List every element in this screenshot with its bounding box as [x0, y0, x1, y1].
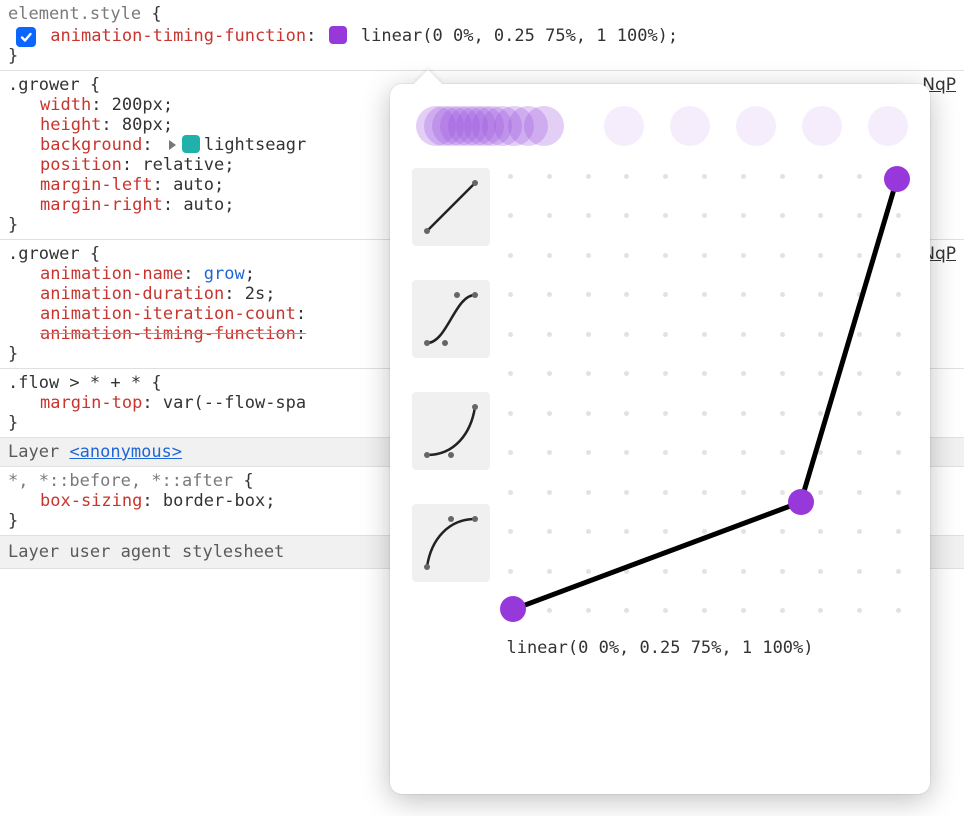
curve-control-point[interactable]	[884, 166, 910, 192]
easing-preview-sparse	[604, 106, 908, 146]
property-value[interactable]: 80px	[122, 115, 163, 135]
property-name[interactable]: height	[40, 115, 101, 135]
property-value[interactable]: auto	[183, 195, 224, 215]
property-value[interactable]: lightseagr	[204, 135, 306, 155]
easing-preset-column	[412, 168, 490, 614]
property-value[interactable]: 200px	[112, 95, 163, 115]
curve-control-point[interactable]	[788, 489, 814, 515]
curve-segment[interactable]	[512, 499, 802, 611]
property-name[interactable]: margin-top	[40, 393, 142, 413]
property-value[interactable]: var(--flow-spa	[163, 393, 306, 413]
property-name[interactable]: background	[40, 135, 142, 155]
easing-preview-dense	[416, 106, 560, 146]
selector-text[interactable]: .grower	[8, 75, 80, 95]
property-name[interactable]: animation-iteration-count	[40, 304, 296, 324]
property-enabled-checkbox[interactable]	[16, 27, 36, 47]
preset-ease-in-out[interactable]	[412, 280, 490, 358]
easing-curve-editor[interactable]	[508, 174, 902, 614]
property-value[interactable]: grow	[204, 264, 245, 284]
property-value[interactable]: border-box	[163, 491, 265, 511]
property-name[interactable]: position	[40, 155, 122, 175]
expand-triangle-icon[interactable]	[169, 140, 176, 150]
selector-text[interactable]: *, *::before, *::after	[8, 471, 233, 491]
property-value[interactable]: 2s	[245, 284, 265, 304]
preset-ease-in[interactable]	[412, 392, 490, 470]
easing-swatch-icon[interactable]	[329, 26, 347, 44]
property-name[interactable]: margin-left	[40, 175, 153, 195]
property-value[interactable]: relative	[142, 155, 224, 175]
brace-open: {	[151, 4, 161, 24]
curve-control-point[interactable]	[500, 596, 526, 622]
rule-element-style: element.style { animation-timing-functio…	[0, 0, 964, 71]
layer-link[interactable]: <anonymous>	[69, 442, 182, 462]
property-name[interactable]: box-sizing	[40, 491, 142, 511]
brace-close: }	[8, 46, 18, 66]
selector-text[interactable]: .flow > * + *	[8, 373, 141, 393]
preset-ease-out[interactable]	[412, 504, 490, 582]
property-value[interactable]: linear(0 0%, 0.25 75%, 1 100%)	[361, 26, 668, 46]
selector-text[interactable]: .grower	[8, 244, 80, 264]
property-value[interactable]: auto	[173, 175, 214, 195]
easing-value-display: linear(0 0%, 0.25 75%, 1 100%)	[412, 638, 908, 658]
property-name[interactable]: margin-right	[40, 195, 163, 215]
property-name[interactable]: animation-timing-function	[50, 26, 306, 46]
property-name[interactable]: animation-name	[40, 264, 183, 284]
property-name[interactable]: width	[40, 95, 91, 115]
property-name[interactable]: animation-duration	[40, 284, 224, 304]
easing-preview-row	[412, 102, 908, 150]
layer-label: Layer	[8, 442, 59, 462]
color-swatch-icon[interactable]	[182, 135, 200, 153]
selector-text: element.style	[8, 4, 141, 24]
curve-segment[interactable]	[799, 178, 900, 502]
layer-label: Layer user agent stylesheet	[8, 542, 284, 562]
easing-editor-popover: linear(0 0%, 0.25 75%, 1 100%)	[390, 84, 930, 794]
preset-linear[interactable]	[412, 168, 490, 246]
